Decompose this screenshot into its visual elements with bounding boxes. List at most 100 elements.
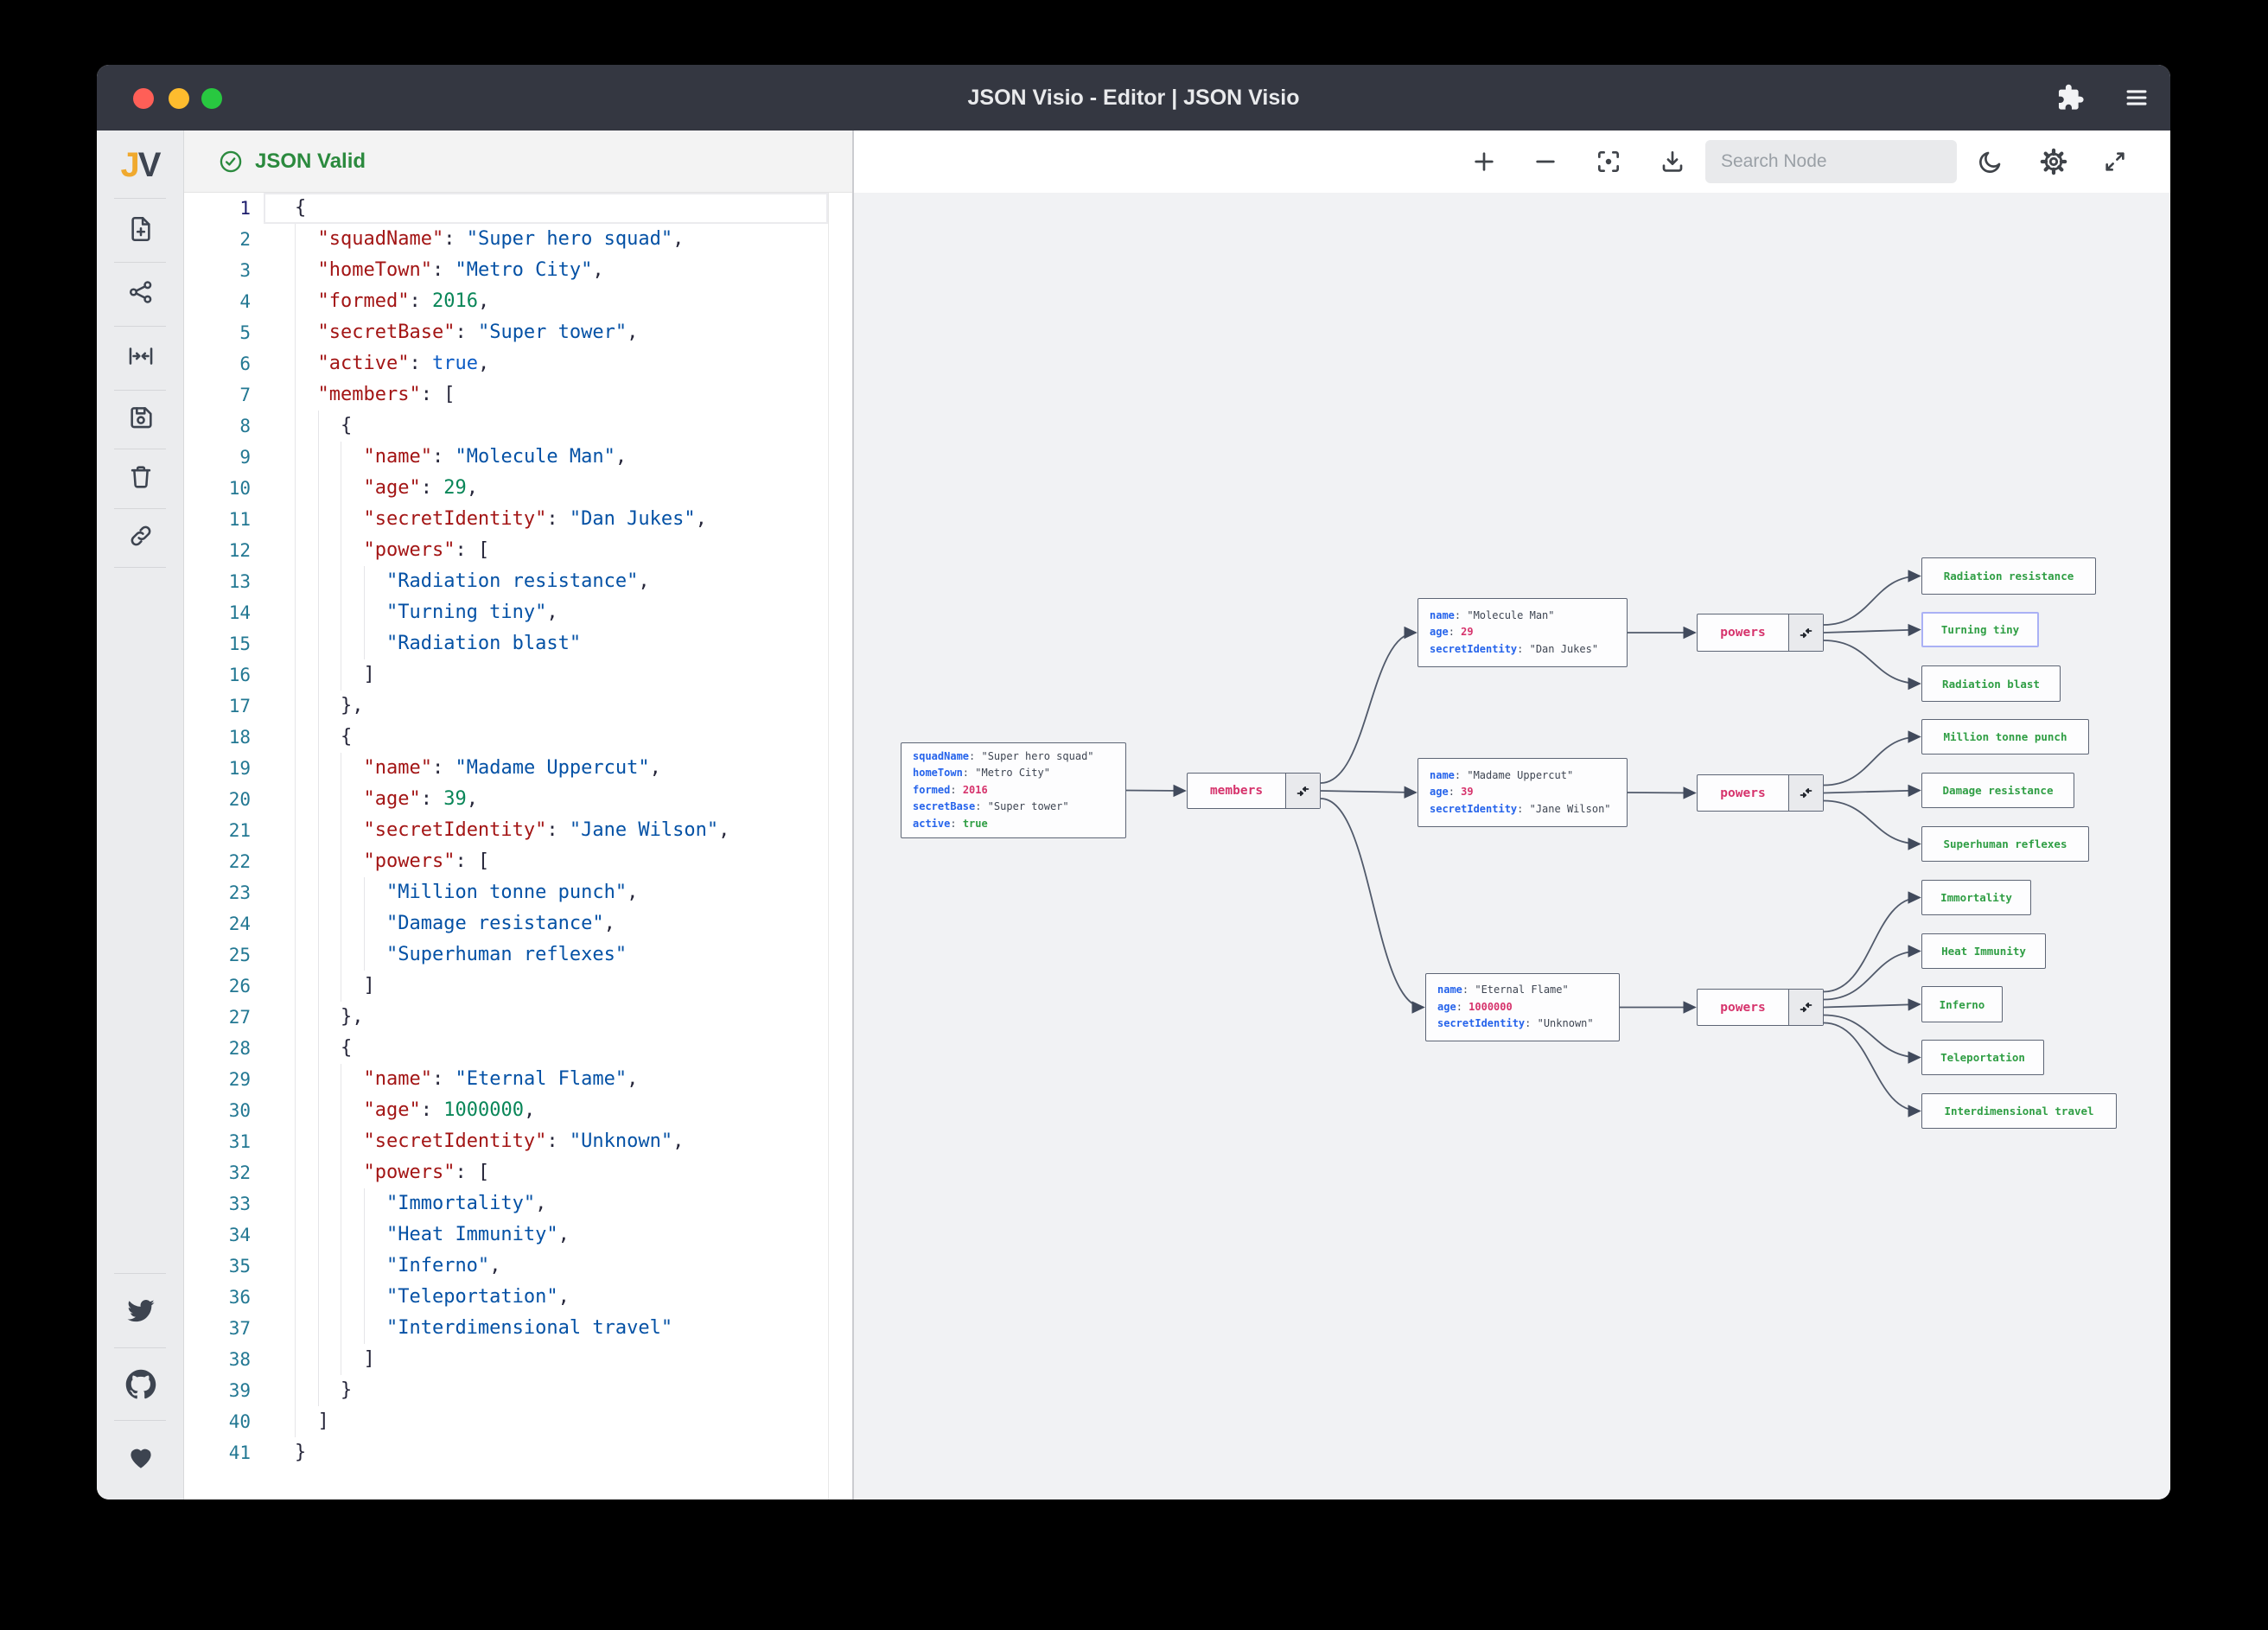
settings-gear-icon[interactable] bbox=[2035, 143, 2073, 181]
graph-node-object[interactable]: name: "Madame Uppercut" age: 39 secretIden… bbox=[1418, 758, 1628, 827]
editor-line[interactable]: 40 ] bbox=[184, 1406, 852, 1437]
graph-node-leaf[interactable]: Radiation blast bbox=[1921, 665, 2061, 702]
editor-line[interactable]: 15 "Radiation blast" bbox=[184, 628, 852, 659]
code-text: "secretBase": "Super tower", bbox=[317, 322, 639, 343]
dark-mode-moon-icon[interactable] bbox=[1972, 143, 2010, 181]
editor-line[interactable]: 25 "Superhuman reflexes" bbox=[184, 939, 852, 971]
node-row: homeTown: "Metro City" bbox=[913, 767, 1050, 780]
editor-line[interactable]: 37 "Interdimensional travel" bbox=[184, 1313, 852, 1344]
editor-line[interactable]: 22 "powers": [ bbox=[184, 846, 852, 877]
line-number: 19 bbox=[228, 758, 251, 779]
collapse-node-button[interactable] bbox=[1285, 774, 1320, 808]
zoom-in-button[interactable] bbox=[1465, 143, 1503, 181]
editor-line[interactable]: 8 { bbox=[184, 411, 852, 442]
graph-toolbar bbox=[854, 131, 2170, 193]
graph-node-leaf[interactable]: Superhuman reflexes bbox=[1921, 826, 2089, 862]
editor-line[interactable]: 18 { bbox=[184, 722, 852, 753]
editor-line[interactable]: 39 } bbox=[184, 1375, 852, 1406]
code-text: ] bbox=[363, 664, 375, 685]
editor-line[interactable]: 41} bbox=[184, 1437, 852, 1468]
twitter-button[interactable] bbox=[121, 1291, 161, 1331]
code-text: }, bbox=[340, 695, 364, 716]
zoom-out-button[interactable] bbox=[1526, 143, 1564, 181]
editor-line[interactable]: 1{ bbox=[184, 193, 852, 224]
editor-line[interactable]: 34 "Heat Immunity", bbox=[184, 1219, 852, 1251]
code-text: "age": 39, bbox=[363, 788, 478, 810]
editor-line[interactable]: 6 "active": true, bbox=[184, 348, 852, 379]
graph-node-leaf[interactable]: Inferno bbox=[1921, 986, 2003, 1022]
editor-line[interactable]: 7 "members": [ bbox=[184, 379, 852, 411]
extensions-puzzle-icon[interactable] bbox=[2051, 79, 2089, 117]
editor-lines[interactable]: 1{2 "squadName": "Super hero squad", 3 "h… bbox=[184, 193, 852, 1468]
editor-line[interactable]: 36 "Teleportation", bbox=[184, 1282, 852, 1313]
editor-line[interactable]: 20 "age": 39, bbox=[184, 784, 852, 815]
status-badge: JSON Valid bbox=[255, 149, 366, 173]
editor-line[interactable]: 16 ] bbox=[184, 659, 852, 691]
editor-line[interactable]: 31 "secretIdentity": "Unknown", bbox=[184, 1126, 852, 1157]
editor-scrollbar[interactable] bbox=[828, 193, 852, 1499]
graph-node-leaf[interactable]: Radiation resistance bbox=[1921, 557, 2096, 595]
editor-line[interactable]: 29 "name": "Eternal Flame", bbox=[184, 1064, 852, 1095]
editor-line[interactable]: 32 "powers": [ bbox=[184, 1157, 852, 1188]
share-graph-button[interactable] bbox=[121, 272, 161, 312]
editor-line[interactable]: 26 ] bbox=[184, 971, 852, 1002]
code-text: "active": true, bbox=[317, 353, 490, 374]
code-text: "members": [ bbox=[317, 384, 456, 405]
graph-node-object[interactable]: name: "Molecule Man" age: 29 secretIdentit… bbox=[1418, 598, 1628, 667]
graph-node-leaf[interactable]: Million tonne punch bbox=[1921, 719, 2089, 755]
editor-line[interactable]: 10 "age": 29, bbox=[184, 473, 852, 504]
graph-node-leaf[interactable]: Interdimensional travel bbox=[1921, 1093, 2117, 1129]
save-button[interactable] bbox=[121, 398, 161, 437]
code-text: "homeTown": "Metro City", bbox=[317, 259, 604, 281]
editor-line[interactable]: 21 "secretIdentity": "Jane Wilson", bbox=[184, 815, 852, 846]
collapse-node-button[interactable] bbox=[1788, 775, 1823, 811]
code-text: } bbox=[340, 1379, 353, 1401]
editor-line[interactable]: 5 "secretBase": "Super tower", bbox=[184, 317, 852, 348]
editor-line[interactable]: 14 "Turning tiny", bbox=[184, 597, 852, 628]
new-document-button[interactable] bbox=[121, 209, 161, 249]
editor-line[interactable]: 17 }, bbox=[184, 691, 852, 722]
editor-line[interactable]: 33 "Immortality", bbox=[184, 1188, 852, 1219]
line-number: 5 bbox=[239, 322, 251, 343]
graph-node-leaf[interactable]: Turning tiny bbox=[1921, 612, 2039, 647]
editor-line[interactable]: 30 "age": 1000000, bbox=[184, 1095, 852, 1126]
editor-line[interactable]: 38 ] bbox=[184, 1344, 852, 1375]
editor-line[interactable]: 35 "Inferno", bbox=[184, 1251, 852, 1282]
graph-node-leaf[interactable]: Immortality bbox=[1921, 880, 2031, 915]
editor-line[interactable]: 2 "squadName": "Super hero squad", bbox=[184, 224, 852, 255]
editor-line[interactable]: 28 { bbox=[184, 1033, 852, 1064]
graph-node-powers[interactable]: powers bbox=[1697, 989, 1824, 1026]
fullscreen-button[interactable] bbox=[2096, 143, 2134, 181]
collapse-node-button[interactable] bbox=[1788, 614, 1823, 651]
graph-node-object[interactable]: name: "Eternal Flame" age: 1000000 secretI… bbox=[1425, 973, 1620, 1041]
github-button[interactable] bbox=[121, 1365, 161, 1404]
editor-line[interactable]: 23 "Million tonne punch", bbox=[184, 877, 852, 908]
editor-line[interactable]: 11 "secretIdentity": "Dan Jukes", bbox=[184, 504, 852, 535]
graph-node-leaf[interactable]: Teleportation bbox=[1921, 1040, 2044, 1075]
graph-node-powers[interactable]: powers bbox=[1697, 614, 1824, 652]
code-text: "Superhuman reflexes" bbox=[385, 944, 628, 965]
center-view-button[interactable] bbox=[121, 336, 161, 376]
graph-node-leaf[interactable]: Heat Immunity bbox=[1921, 933, 2046, 969]
line-number: 14 bbox=[228, 602, 251, 623]
focus-center-button[interactable] bbox=[1590, 143, 1628, 181]
editor-line[interactable]: 27 }, bbox=[184, 1002, 852, 1033]
search-node-input[interactable] bbox=[1705, 140, 1965, 183]
download-image-button[interactable] bbox=[1653, 143, 1691, 181]
graph-node-members[interactable]: members bbox=[1187, 773, 1321, 809]
editor-line[interactable]: 12 "powers": [ bbox=[184, 535, 852, 566]
editor-line[interactable]: 3 "homeTown": "Metro City", bbox=[184, 255, 852, 286]
delete-button[interactable] bbox=[121, 457, 161, 497]
editor-line[interactable]: 24 "Damage resistance", bbox=[184, 908, 852, 939]
share-link-button[interactable] bbox=[121, 516, 161, 556]
editor-line[interactable]: 19 "name": "Madame Uppercut", bbox=[184, 753, 852, 784]
graph-node-object[interactable]: squadName: "Super hero squad" homeTown: "… bbox=[901, 742, 1126, 838]
collapse-node-button[interactable] bbox=[1788, 990, 1823, 1025]
editor-line[interactable]: 4 "formed": 2016, bbox=[184, 286, 852, 317]
graph-node-powers[interactable]: powers bbox=[1697, 774, 1824, 812]
sponsor-heart-button[interactable] bbox=[121, 1437, 161, 1477]
menu-hamburger-icon[interactable] bbox=[2118, 79, 2156, 117]
editor-line[interactable]: 9 "name": "Molecule Man", bbox=[184, 442, 852, 473]
editor-line[interactable]: 13 "Radiation resistance", bbox=[184, 566, 852, 597]
graph-node-leaf[interactable]: Damage resistance bbox=[1921, 773, 2074, 808]
